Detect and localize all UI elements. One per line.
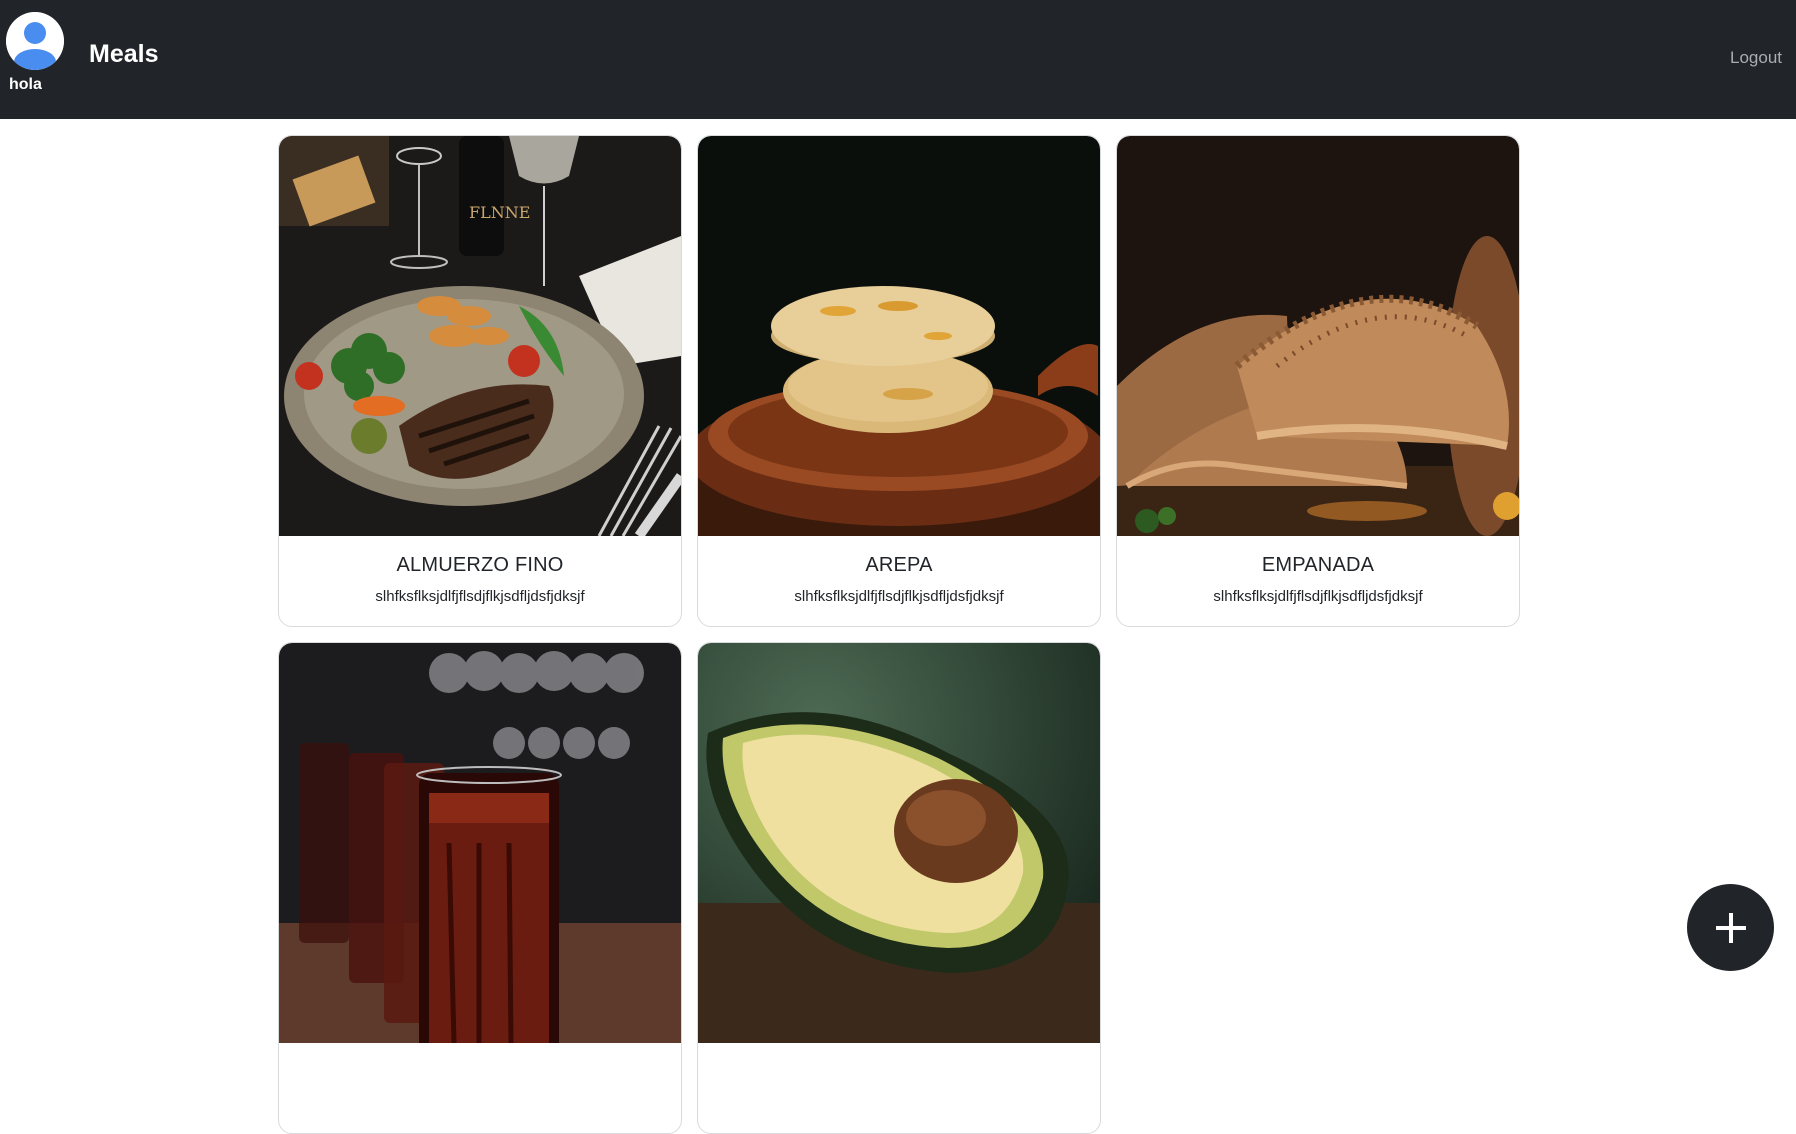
meal-image [698, 643, 1100, 1043]
meal-card[interactable]: FLNNE ALMUERZO FINO slhfksflksjdlfjflsdj… [278, 135, 682, 627]
meal-title: AREPA [865, 554, 933, 576]
brand-title[interactable]: Meals [89, 40, 158, 69]
user-avatar-icon[interactable] [6, 12, 64, 70]
meal-image [698, 136, 1100, 536]
username-label: hola [9, 76, 42, 93]
svg-text:FLNNE: FLNNE [469, 203, 530, 222]
meal-card[interactable] [278, 642, 682, 1134]
meal-image [1117, 136, 1519, 536]
meal-card[interactable]: EMPANADA slhfksflksjdlfjflsdjflkjsdfljds… [1116, 135, 1520, 627]
meal-image: FLNNE [279, 136, 681, 536]
meal-image [279, 643, 681, 1043]
meal-description: slhfksflksjdlfjflsdjflkjsdfljdsfjdksjf [1213, 588, 1423, 605]
navbar: hola Meals Logout [0, 0, 1796, 119]
logout-link[interactable]: Logout [1730, 48, 1782, 68]
meal-card[interactable]: AREPA slhfksflksjdlfjflsdjflkjsdfljdsfjd… [697, 135, 1101, 627]
meal-title: EMPANADA [1261, 554, 1375, 576]
meal-title: ALMUERZO FINO [396, 554, 564, 576]
meal-description: slhfksflksjdlfjflsdjflkjsdfljdsfjdksjf [794, 588, 1004, 605]
add-meal-button[interactable] [1687, 884, 1774, 971]
meal-card[interactable] [697, 642, 1101, 1134]
meal-description: slhfksflksjdlfjflsdjflkjsdfljdsfjdksjf [375, 588, 585, 605]
